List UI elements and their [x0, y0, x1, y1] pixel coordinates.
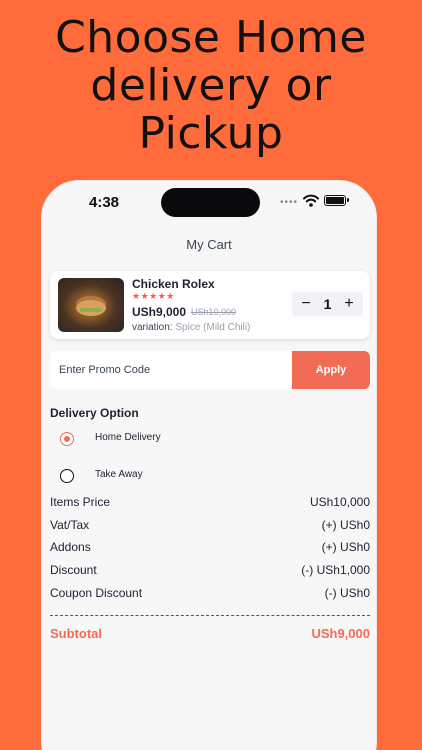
variation-value: Spice (Mild Chili)	[175, 322, 251, 333]
summary-value: (-) USh0	[324, 586, 370, 600]
item-name: Chicken Rolex	[132, 277, 215, 291]
radio-selected-icon[interactable]	[60, 432, 74, 446]
item-image	[58, 278, 124, 332]
battery-icon	[324, 195, 349, 206]
increase-quantity-button[interactable]: +	[338, 292, 360, 316]
summary-row-items-price: Items Price USh10,000	[50, 495, 370, 511]
status-bar: 4:38 ••••	[42, 181, 376, 225]
screen-title: My Cart	[186, 237, 232, 252]
summary-row-vat: Vat/Tax (+) USh0	[50, 518, 370, 534]
summary-value: (-) USh1,000	[301, 563, 370, 577]
wifi-icon	[303, 194, 319, 207]
quantity-stepper: − 1 +	[292, 292, 363, 316]
summary-row-discount: Discount (-) USh1,000	[50, 563, 370, 579]
delivery-option-label: Home Delivery	[95, 432, 161, 443]
quantity-value: 1	[323, 296, 332, 312]
summary-label: Discount	[50, 563, 97, 577]
subtotal-value: USh9,000	[311, 626, 370, 641]
subtotal-row: Subtotal USh9,000	[50, 626, 370, 644]
item-old-price: USh10,000	[191, 307, 237, 317]
status-time: 4:38	[89, 194, 120, 211]
apply-promo-button[interactable]: Apply	[292, 351, 370, 389]
summary-value: (+) USh0	[321, 540, 370, 554]
signal-icon: ••••	[280, 197, 299, 208]
item-variation: variation: Spice (Mild Chili)	[132, 322, 250, 333]
phone-screen: 4:38 •••• My Cart Chicken Rolex ★★★★★ US…	[41, 180, 377, 750]
item-price: USh9,000	[132, 305, 187, 319]
headline: Choose Home delivery or Pickup	[0, 14, 422, 158]
radio-unselected-icon[interactable]	[60, 469, 74, 483]
promo-code-bar: Apply	[50, 351, 370, 389]
summary-row-coupon: Coupon Discount (-) USh0	[50, 586, 370, 602]
headline-line-3: Pickup	[138, 108, 284, 159]
cart-item-card: Chicken Rolex ★★★★★ USh9,000 USh10,000 v…	[50, 271, 370, 339]
summary-divider	[50, 615, 370, 616]
summary-label: Vat/Tax	[50, 518, 90, 532]
summary-label: Addons	[50, 540, 91, 554]
summary-label: Coupon Discount	[50, 586, 143, 600]
variation-label: variation:	[132, 322, 173, 333]
delivery-option-title: Delivery Option	[50, 406, 139, 420]
summary-value: (+) USh0	[321, 518, 370, 532]
rating-stars: ★★★★★	[132, 291, 175, 301]
subtotal-label: Subtotal	[50, 626, 102, 641]
dynamic-island	[161, 188, 260, 217]
promo-code-input[interactable]	[50, 351, 292, 389]
delivery-option-label: Take Away	[95, 469, 143, 480]
headline-line-1: Choose Home	[55, 12, 367, 63]
headline-line-2: delivery or	[90, 60, 332, 111]
summary-row-addons: Addons (+) USh0	[50, 540, 370, 556]
summary-label: Items Price	[50, 495, 111, 509]
summary-value: USh10,000	[309, 495, 370, 509]
